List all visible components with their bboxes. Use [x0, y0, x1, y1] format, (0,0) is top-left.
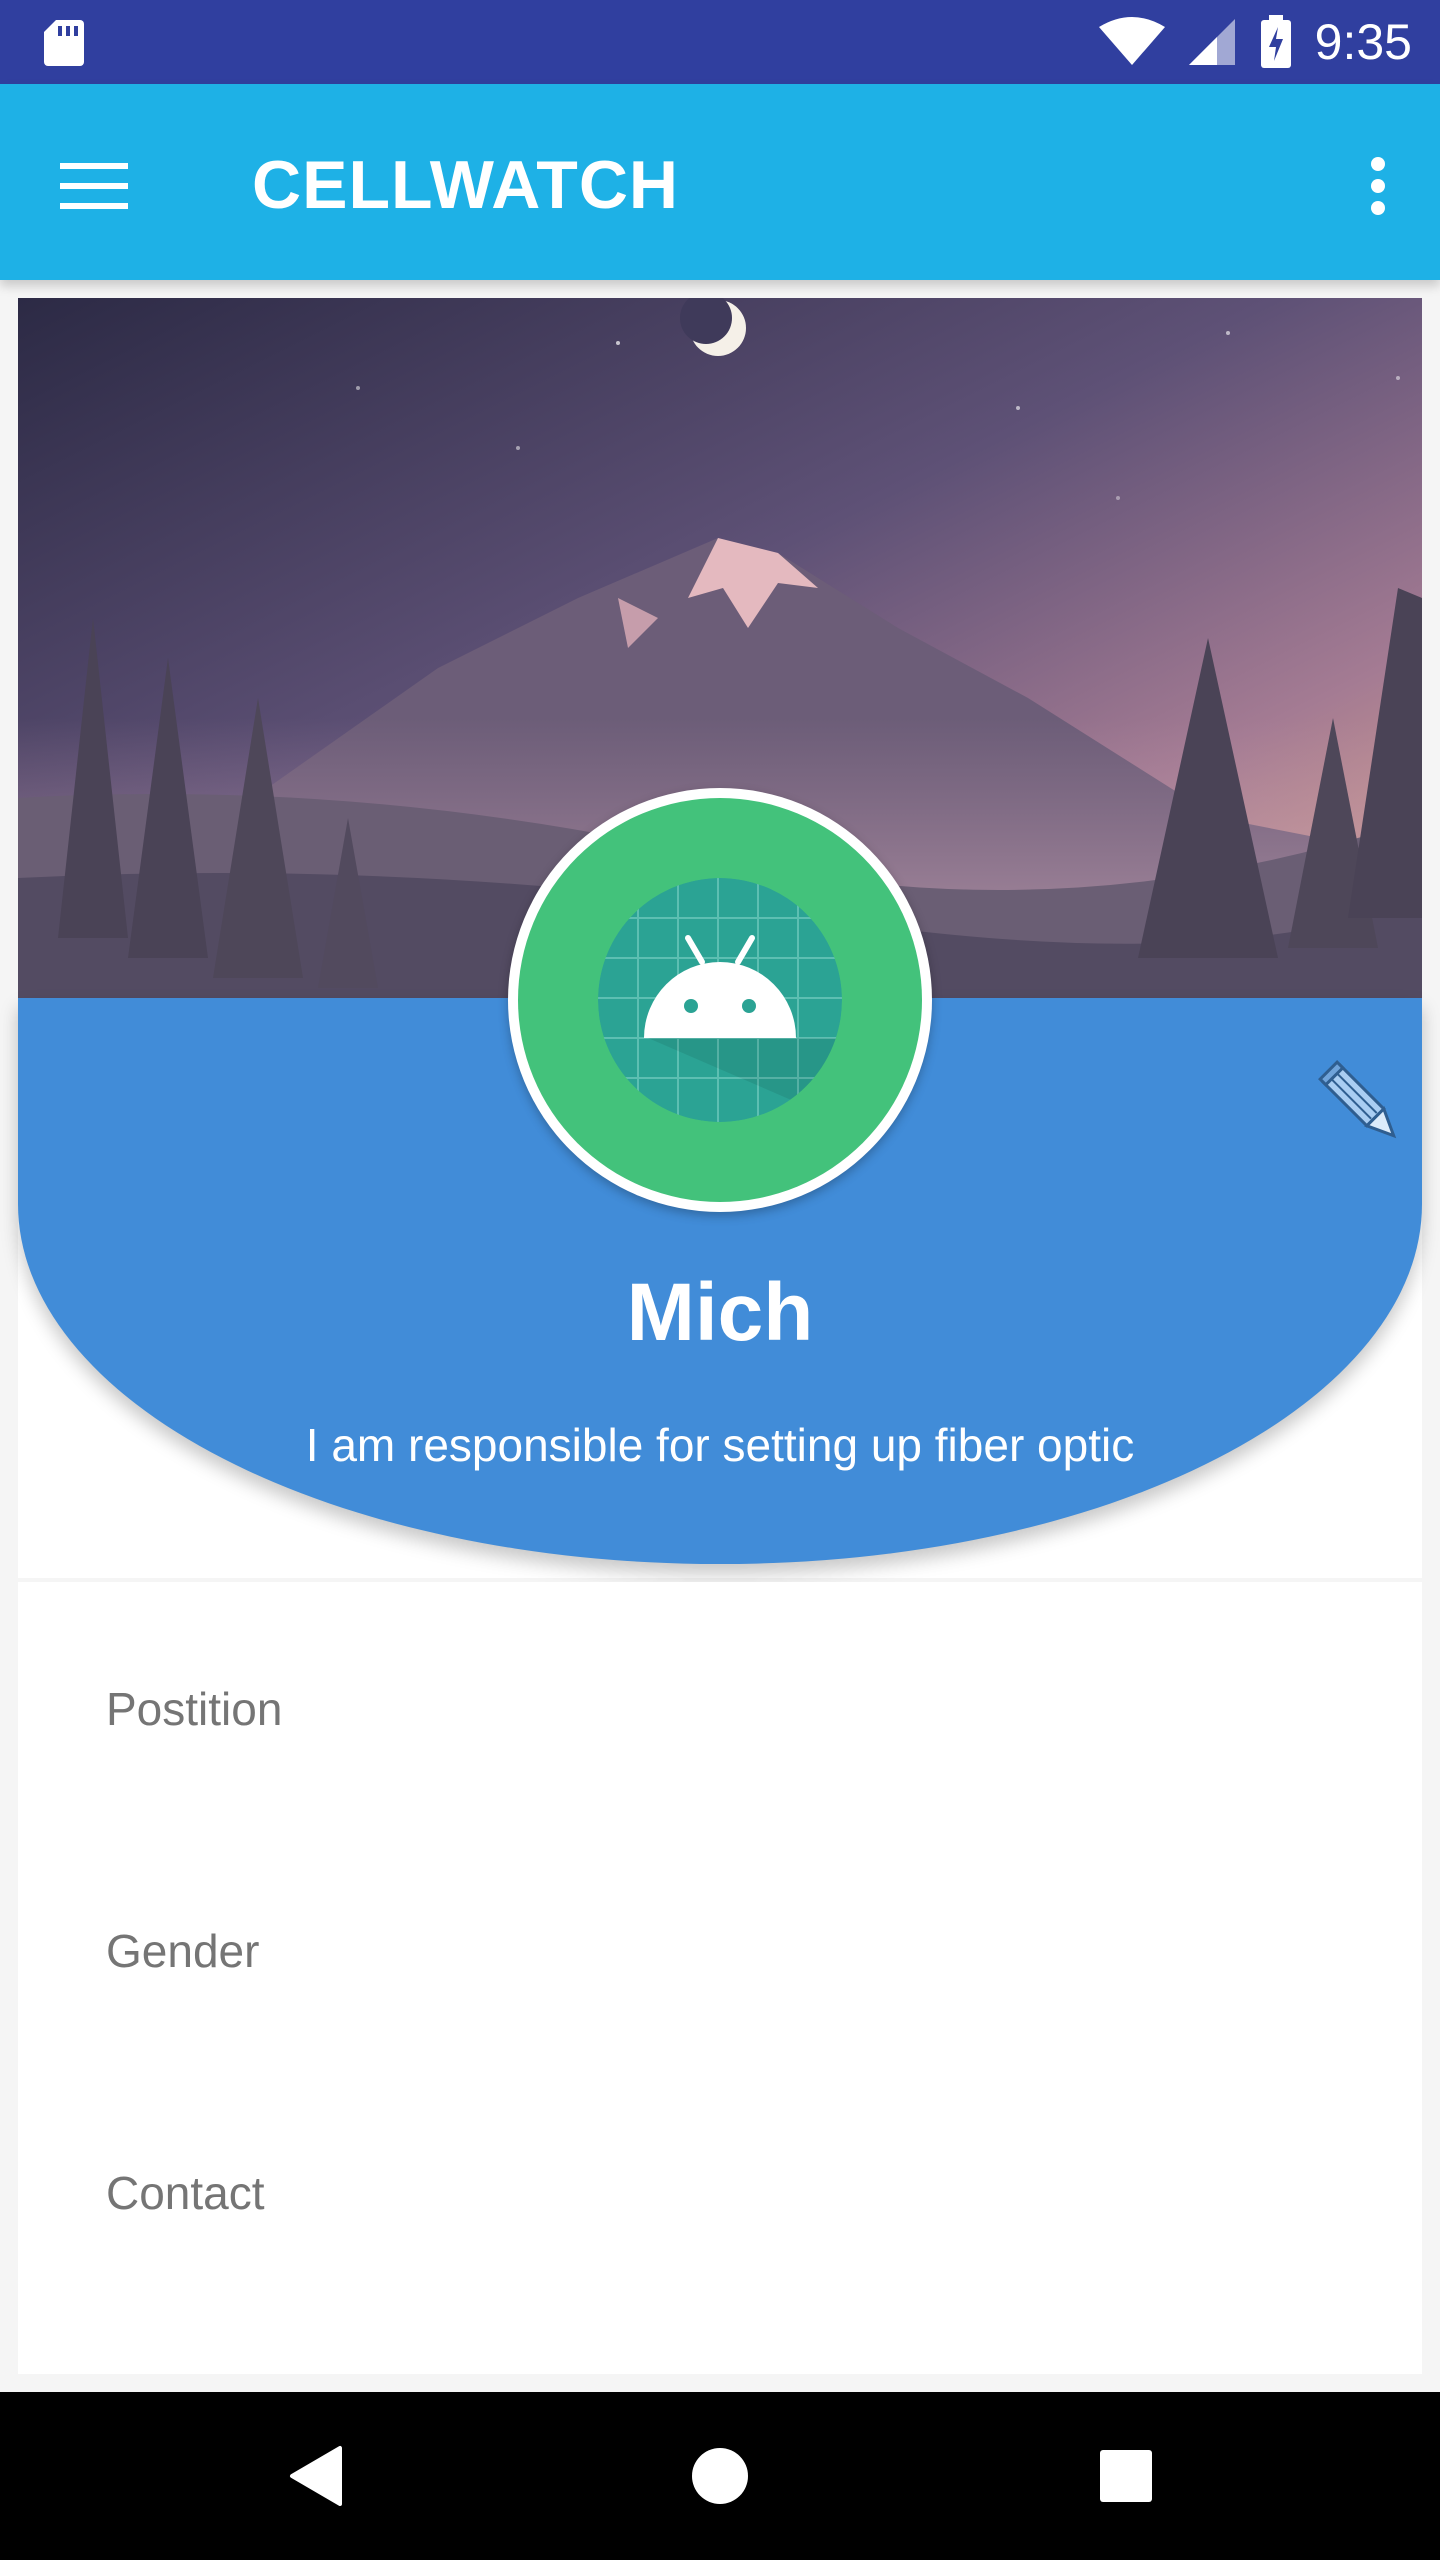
app-bar: CELLWATCH	[0, 84, 1440, 280]
gender-label: Gender	[106, 1925, 260, 1977]
avatar-ring	[518, 798, 922, 1202]
menu-button[interactable]	[46, 138, 142, 234]
status-bar: 9:35	[0, 0, 1440, 84]
home-button[interactable]	[660, 2416, 780, 2536]
contact-label: Contact	[106, 2167, 265, 2219]
cell-signal-icon	[1188, 19, 1235, 65]
more-vert-icon	[1371, 157, 1385, 215]
avatar[interactable]	[508, 788, 932, 1212]
navigation-bar	[0, 2392, 1440, 2560]
profile-name: Mich	[626, 1267, 814, 1358]
back-button[interactable]	[256, 2416, 376, 2536]
pencil-icon	[1318, 1060, 1397, 1139]
status-time: 9:35	[1314, 14, 1412, 70]
edit-profile-button[interactable]	[1314, 1056, 1414, 1156]
android-icon	[598, 878, 842, 1122]
app-title: CELLWATCH	[252, 147, 680, 223]
overflow-menu-button[interactable]	[1342, 138, 1414, 234]
back-icon	[290, 2446, 342, 2506]
recents-button[interactable]	[1066, 2416, 1186, 2536]
home-icon	[692, 2448, 748, 2504]
hamburger-menu-icon	[60, 163, 128, 209]
profile-bio: I am responsible for setting up fiber op…	[305, 1419, 1135, 1471]
recents-icon	[1100, 2450, 1152, 2502]
wifi-icon	[1098, 17, 1165, 65]
profile-card: Mich I am responsible for setting up fib…	[18, 298, 1422, 1578]
battery-charging-icon	[1260, 15, 1291, 68]
profile-details: Postition Gender Contact	[18, 1582, 1422, 2374]
sd-card-icon	[44, 20, 84, 66]
position-label: Postition	[106, 1683, 283, 1735]
